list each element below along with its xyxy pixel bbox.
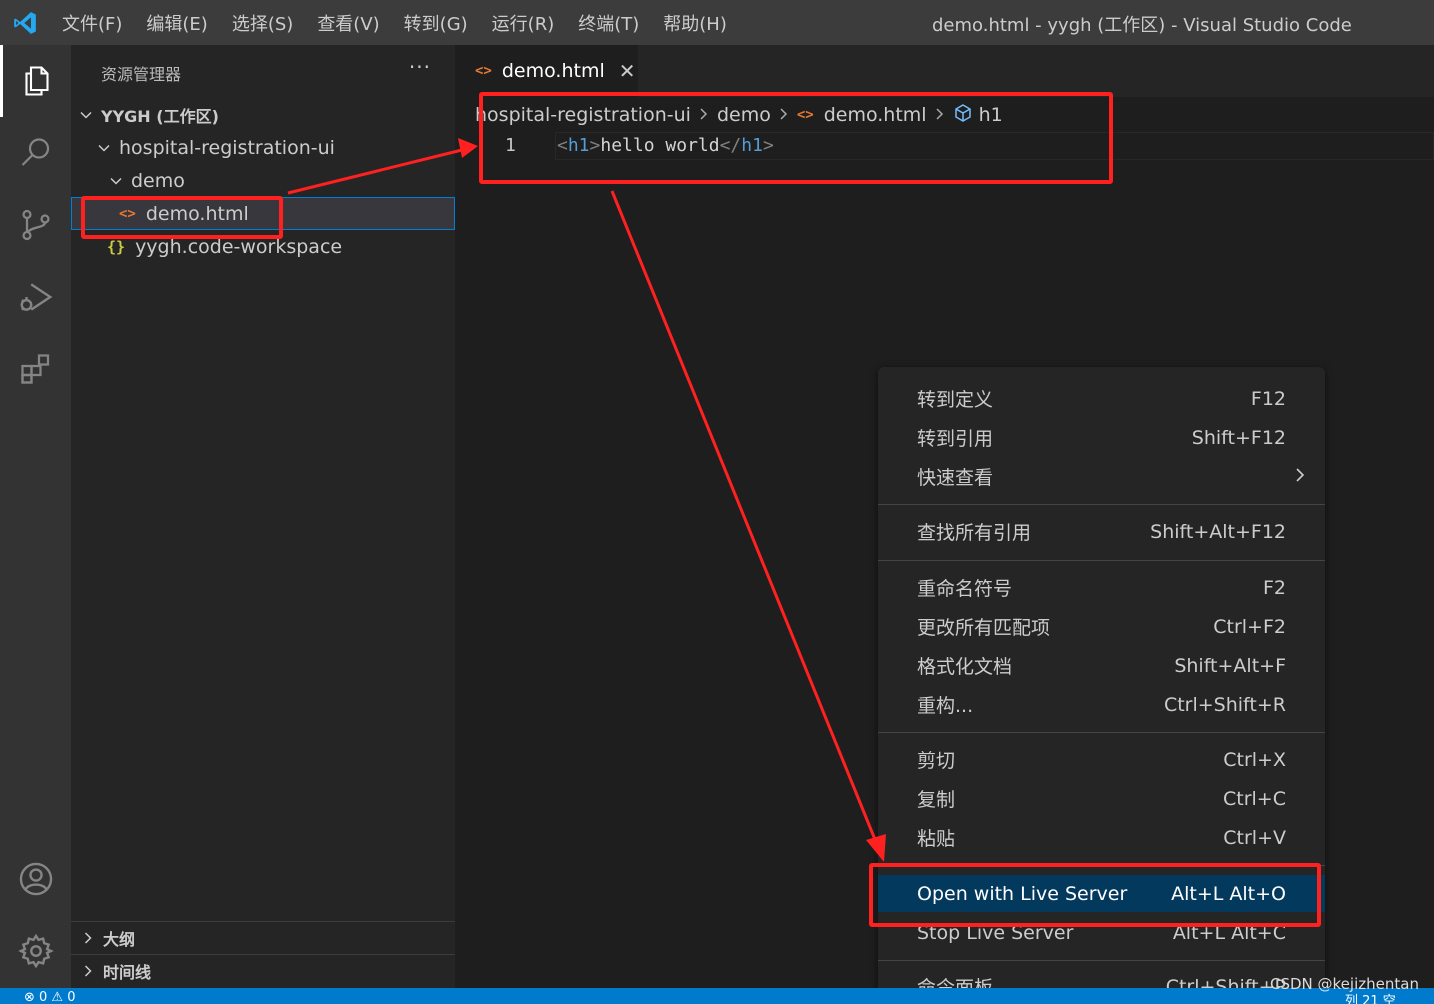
- menu-item-shortcut: Ctrl+C: [1223, 787, 1286, 810]
- chevron-right-icon: [1294, 465, 1306, 489]
- menu-item-shortcut: Shift+F12: [1191, 426, 1286, 449]
- menu-item-shortcut: F2: [1262, 576, 1286, 599]
- chevron-down-icon: [107, 174, 125, 188]
- menu-item-label: 更改所有匹配项: [917, 617, 1051, 639]
- menu-item-shortcut: Ctrl+X: [1223, 748, 1286, 771]
- workspace-label: YYGH (工作区): [101, 106, 219, 126]
- menu-separator: [878, 960, 1325, 961]
- menu-item-cut[interactable]: 剪切 Ctrl+X: [878, 741, 1325, 778]
- window-title: demo.html - yygh (工作区) - Visual Studio C…: [932, 15, 1352, 36]
- menu-item-label: 格式化文档: [917, 656, 1013, 678]
- annotation-box-live-server: [869, 863, 1321, 927]
- tab-label: demo.html: [501, 60, 605, 82]
- title-bar: 文件(F) 编辑(E) 选择(S) 查看(V) 转到(G) 运行(R) 终端(T…: [0, 0, 1434, 45]
- menu-help[interactable]: 帮助(H): [651, 10, 739, 36]
- html-file-icon: <>: [475, 63, 492, 79]
- editor-tabs: <> demo.html ✕: [455, 45, 1434, 97]
- subfolder-label: demo: [131, 169, 185, 192]
- menu-item-label: 转到引用: [917, 428, 994, 450]
- menu-item-paste[interactable]: 粘贴 Ctrl+V: [878, 819, 1325, 856]
- menu-run[interactable]: 运行(R): [480, 10, 567, 36]
- menu-separator: [878, 504, 1325, 505]
- workspace-root[interactable]: YYGH (工作区): [71, 98, 455, 131]
- problems-indicator[interactable]: ⊗ 0 ⚠ 0: [24, 990, 76, 1004]
- more-actions-button[interactable]: ···: [409, 55, 431, 79]
- chevron-right-icon: [79, 964, 97, 978]
- extensions-icon[interactable]: [0, 333, 71, 405]
- menu-item-shortcut: F12: [1250, 387, 1286, 410]
- menu-item-label: 重构...: [917, 695, 974, 717]
- arrow-to-live-server: [610, 190, 878, 843]
- menu-item-shortcut: Shift+Alt+F12: [1150, 520, 1286, 543]
- menu-item-shortcut: Ctrl+Shift+R: [1163, 693, 1286, 716]
- menu-item-shortcut: Ctrl+V: [1223, 826, 1286, 849]
- menu-item-change-all-occurrences[interactable]: 更改所有匹配项 Ctrl+F2: [878, 608, 1325, 645]
- outline-section[interactable]: 大纲: [71, 921, 455, 954]
- menu-separator: [878, 732, 1325, 733]
- tree-folder-demo[interactable]: demo: [71, 164, 455, 197]
- activity-bar: [0, 45, 71, 990]
- menu-go[interactable]: 转到(G): [392, 10, 480, 36]
- menu-item-shortcut: Ctrl+F2: [1213, 615, 1286, 638]
- status-bar: ⊗ 0 ⚠ 0 列 21 空: [0, 988, 1434, 1004]
- menu-item-label: 重命名符号: [917, 578, 1013, 600]
- vscode-logo-icon: [0, 0, 50, 45]
- annotation-box-file: [81, 196, 283, 239]
- menu-selection[interactable]: 选择(S): [220, 10, 305, 36]
- menu-item-label: 复制: [917, 789, 956, 811]
- timeline-label: 时间线: [103, 963, 152, 982]
- outline-label: 大纲: [103, 930, 136, 949]
- menu-item-shortcut: Shift+Alt+F: [1174, 654, 1286, 677]
- search-icon[interactable]: [0, 117, 71, 189]
- menu-terminal[interactable]: 终端(T): [566, 10, 651, 36]
- menu-item-label: 查找所有引用: [917, 522, 1032, 544]
- chevron-down-icon: [77, 108, 95, 122]
- menu-item-rename-symbol[interactable]: 重命名符号 F2: [878, 569, 1325, 606]
- tab-demo-html[interactable]: <> demo.html ✕: [455, 45, 638, 97]
- menu-item-copy[interactable]: 复制 Ctrl+C: [878, 780, 1325, 817]
- menu-item-refactor[interactable]: 重构... Ctrl+Shift+R: [878, 686, 1325, 723]
- chevron-right-icon: [79, 931, 97, 945]
- menu-item-find-all-references[interactable]: 查找所有引用 Shift+Alt+F12: [878, 513, 1325, 550]
- menu-file[interactable]: 文件(F): [50, 10, 134, 36]
- chevron-down-icon: [95, 141, 113, 155]
- close-tab-icon[interactable]: ✕: [619, 59, 636, 83]
- run-debug-icon[interactable]: [0, 261, 71, 333]
- menu-bar: 文件(F) 编辑(E) 选择(S) 查看(V) 转到(G) 运行(R) 终端(T…: [50, 0, 739, 45]
- menu-item-go-to-references[interactable]: 转到引用 Shift+F12: [878, 419, 1325, 456]
- explorer-icon[interactable]: [0, 45, 71, 117]
- menu-item-peek[interactable]: 快速查看: [878, 458, 1325, 495]
- folder-label: hospital-registration-ui: [119, 136, 335, 159]
- settings-gear-icon[interactable]: [0, 915, 71, 987]
- menu-item-label: 剪切: [917, 750, 956, 772]
- menu-item-label: 转到定义: [917, 389, 994, 411]
- source-control-icon[interactable]: [0, 189, 71, 261]
- explorer-sidebar: 资源管理器 ··· YYGH (工作区) hospital-registrati…: [71, 45, 455, 990]
- watermark: CSDN @kejizhentan: [1270, 975, 1419, 993]
- menu-item-go-to-definition[interactable]: 转到定义 F12: [878, 380, 1325, 417]
- annotation-box-editor: [479, 92, 1113, 184]
- menu-separator: [878, 560, 1325, 561]
- menu-view[interactable]: 查看(V): [305, 10, 391, 36]
- menu-item-format-document[interactable]: 格式化文档 Shift+Alt+F: [878, 647, 1325, 684]
- explorer-title: 资源管理器: [101, 65, 182, 84]
- menu-edit[interactable]: 编辑(E): [134, 10, 219, 36]
- timeline-section[interactable]: 时间线: [71, 954, 455, 987]
- menu-item-label: 粘贴: [917, 828, 956, 850]
- menu-item-label: 快速查看: [917, 467, 994, 489]
- tree-folder-hospital[interactable]: hospital-registration-ui: [71, 131, 455, 164]
- account-icon[interactable]: [0, 843, 71, 915]
- json-file-icon: {}: [107, 237, 126, 256]
